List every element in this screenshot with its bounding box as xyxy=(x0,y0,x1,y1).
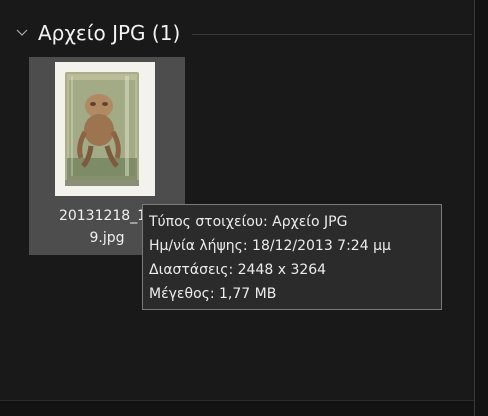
tooltip-type: Τύπος στοιχείου: Αρχείο JPG xyxy=(149,214,348,230)
chevron-down-icon[interactable] xyxy=(14,25,30,41)
tooltip-size: Μέγεθος: 1,77 MB xyxy=(149,286,277,302)
pane-scrollbar-edge[interactable] xyxy=(474,0,488,416)
file-info-tooltip: Τύπος στοιχείου: Αρχείο JPG Ημ/νία λήψης… xyxy=(142,204,442,310)
group-divider xyxy=(192,33,472,35)
photo-thumbnail xyxy=(55,62,155,196)
tooltip-date-taken: Ημ/νία λήψης: 18/12/2013 7:24 μμ xyxy=(149,238,391,254)
group-title: Αρχείο JPG (1) xyxy=(38,21,181,45)
pane-bottom-edge xyxy=(0,400,474,416)
group-header[interactable]: Αρχείο JPG (1) xyxy=(14,18,472,48)
tooltip-dimensions: Διαστάσεις: 2448 x 3264 xyxy=(149,262,327,278)
file-list-pane[interactable]: Αρχείο JPG (1) 20131218_19 9.jpg Τύπος σ… xyxy=(0,0,474,400)
